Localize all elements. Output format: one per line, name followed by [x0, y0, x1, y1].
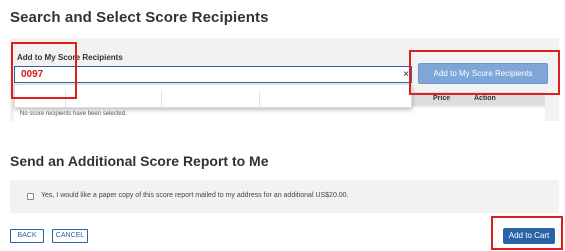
clear-icon[interactable]: ×: [401, 67, 411, 82]
add-recipients-label: Add to My Score Recipients: [17, 53, 123, 62]
recipients-empty-row: No score recipients have been selected.: [14, 108, 545, 121]
back-button[interactable]: BACK: [10, 229, 44, 243]
paper-copy-checkbox[interactable]: [27, 193, 34, 200]
add-to-my-score-recipients-button[interactable]: Add to My Score Recipients: [418, 63, 548, 84]
dropdown-separator: [259, 91, 260, 107]
column-header-action: Action: [474, 95, 496, 102]
paper-copy-label[interactable]: Yes, I would like a paper copy of this s…: [41, 192, 349, 199]
column-header-price: Price: [433, 95, 451, 102]
search-suggestions-dropdown[interactable]: [14, 84, 412, 108]
dropdown-separator: [65, 91, 66, 107]
page-title: Search and Select Score Recipients: [10, 9, 269, 26]
recipient-search-input[interactable]: [14, 66, 412, 83]
cancel-button[interactable]: CANCEL: [52, 229, 88, 243]
dropdown-separator: [161, 91, 162, 107]
section-heading-additional-report: Send an Additional Score Report to Me: [10, 153, 269, 169]
add-to-cart-button[interactable]: Add to Cart: [503, 228, 555, 244]
